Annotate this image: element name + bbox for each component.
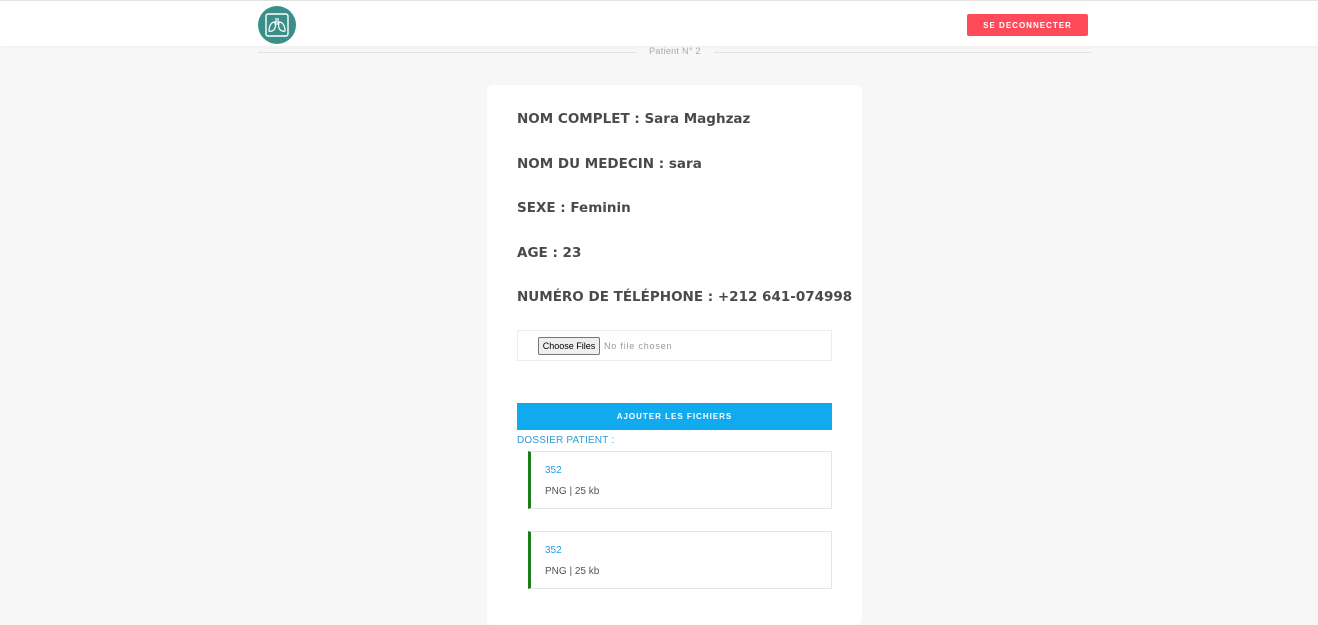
logout-button[interactable]: SE DECONNECTER xyxy=(967,14,1088,36)
file-meta: PNG | 25 kb xyxy=(545,486,600,497)
file-meta: PNG | 25 kb xyxy=(545,566,600,577)
section-divider-right xyxy=(714,52,1091,53)
patient-age: AGE : 23 xyxy=(517,245,582,261)
file-status-text: No file chosen xyxy=(604,341,673,351)
file-name-link[interactable]: 352 xyxy=(545,465,562,476)
patient-card: NOM COMPLET : Sara Maghzaz NOM DU MEDECI… xyxy=(487,85,862,625)
patient-doctor: NOM DU MEDECIN : sara xyxy=(517,156,702,172)
choose-files-button[interactable]: Choose Files xyxy=(538,337,600,355)
section-divider-left xyxy=(258,52,636,53)
file-upload-field[interactable]: Choose Files No file chosen xyxy=(517,330,832,361)
top-navbar: SE DECONNECTER xyxy=(0,0,1318,46)
lungs-logo-icon[interactable] xyxy=(258,6,296,44)
dossier-label: DOSSIER PATIENT : xyxy=(517,435,615,446)
patient-number-title: Patient N° 2 xyxy=(649,46,701,56)
file-item[interactable]: 352 PNG | 25 kb xyxy=(528,531,832,589)
patient-phone: NUMÉRO DE TÉLÉPHONE : +212 641-074998 xyxy=(517,289,853,305)
file-name-link[interactable]: 352 xyxy=(545,545,562,556)
patient-fullname: NOM COMPLET : Sara Maghzaz xyxy=(517,111,751,127)
file-item[interactable]: 352 PNG | 25 kb xyxy=(528,451,832,509)
add-files-button[interactable]: AJOUTER LES FICHIERS xyxy=(517,403,832,430)
patient-sex: SEXE : Feminin xyxy=(517,200,631,216)
